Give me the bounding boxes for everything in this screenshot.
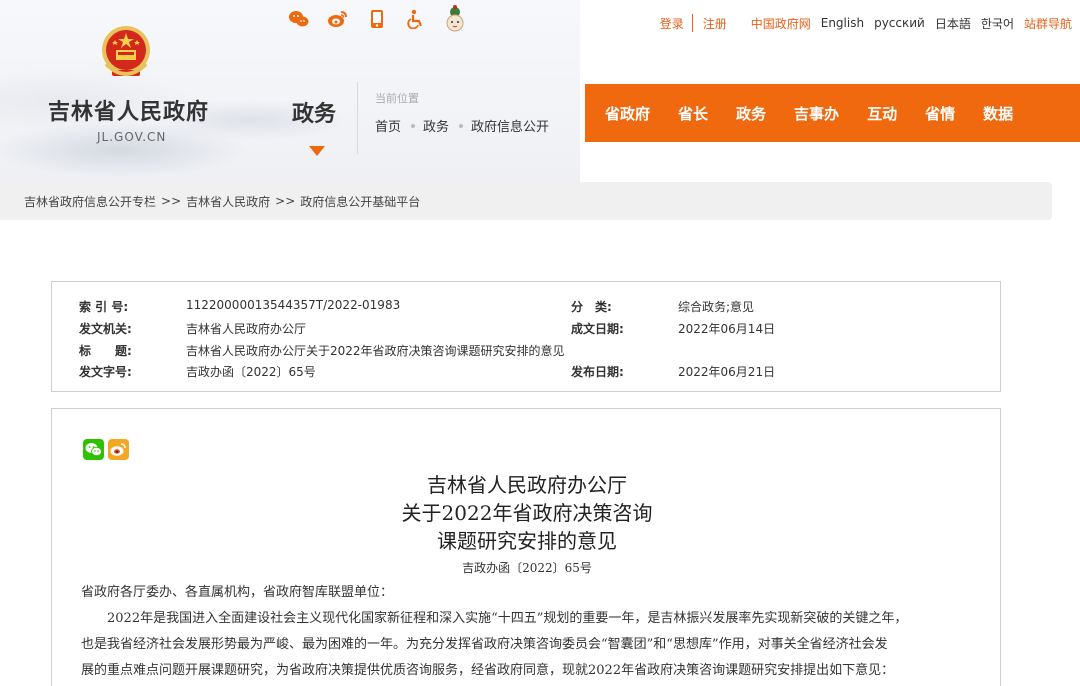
korean-link[interactable]: 한국어: [981, 15, 1014, 32]
created-date-value: 2022年06月14日: [678, 322, 776, 336]
wechat-icon[interactable]: [83, 439, 104, 460]
link-divider: [691, 14, 693, 32]
national-emblem-icon[interactable]: [98, 24, 154, 86]
main-nav: 省政府 省长 政务 吉事办 互动 省情 数据: [585, 84, 1080, 142]
published-date-label: 发布日期:: [571, 365, 624, 379]
english-link[interactable]: English: [821, 16, 864, 30]
weibo-icon[interactable]: [108, 439, 129, 460]
doc-number-label: 发文字号:: [79, 365, 132, 379]
index-value: 11220000013544357T/2022-01983: [186, 298, 401, 312]
site-header: 吉林省人民政府 JL.GOV.CN 政务 当前位置 首页 政务 政府信息公开 登…: [0, 0, 1080, 182]
weibo-style-icon[interactable]: [288, 8, 310, 30]
breadcrumb: 吉林省政府信息公开专栏 >> 吉林省人民政府 >> 政府信息公开基础平台: [0, 182, 1052, 220]
doc-number-value: 吉政办函〔2022〕65号: [186, 365, 316, 379]
nav-item-governor[interactable]: 省长: [678, 103, 708, 124]
mobile-icon[interactable]: [366, 8, 388, 30]
location-current-link[interactable]: 政府信息公开: [471, 116, 549, 135]
category-value: 综合政务;意见: [678, 300, 755, 314]
index-label: 索 引 号:: [79, 300, 129, 314]
doc-title-line-1: 吉林省人民政府办公厅: [427, 473, 627, 497]
breadcrumb-separator: >>: [275, 194, 296, 208]
nav-item-interaction[interactable]: 互动: [867, 103, 897, 124]
paragraph-line-2: 也是我省经济社会发展形势最为严峻、最为困难的一年。为充分发挥省政府决策咨询委员会…: [81, 637, 888, 652]
divider: [357, 82, 358, 154]
section-title: 政务: [292, 102, 337, 127]
title-value: 吉林省人民政府办公厅关于2022年省政府决策咨询课题研究安排的意见: [186, 344, 565, 358]
paragraph-line-3: 展的重点难点问题开展课题研究，为省政府决策提供优质咨询服务，经省政府同意，现就2…: [81, 663, 895, 678]
doc-title-line-3: 课题研究安排的意见: [437, 529, 617, 553]
japanese-link[interactable]: 日本語: [935, 15, 971, 32]
published-date-value: 2022年06月21日: [678, 365, 776, 379]
salutation: 省政府各厅委办、各直属机构，省政府智库联盟单位：: [81, 585, 394, 600]
gov-cn-link[interactable]: 中国政府网: [751, 15, 811, 32]
dot-separator: [459, 123, 464, 128]
accessibility-icon[interactable]: [405, 8, 427, 30]
section-arrow-icon: [309, 146, 325, 156]
nav-item-government-affairs[interactable]: 政务: [736, 103, 766, 124]
site-domain: JL.GOV.CN: [97, 130, 167, 144]
share-buttons: [83, 439, 129, 460]
mascot-icon[interactable]: [444, 5, 466, 32]
document-metadata: 索 引 号: 11220000013544357T/2022-01983 分 类…: [51, 281, 1001, 392]
site-nav-link[interactable]: 站群导航: [1024, 15, 1072, 32]
category-label: 分 类:: [571, 300, 612, 314]
russian-link[interactable]: русский: [874, 16, 925, 30]
social-icons: [288, 5, 466, 32]
breadcrumb-item-platform[interactable]: 政府信息公开基础平台: [300, 193, 420, 210]
paragraph-line-1: 2022年是我国进入全面建设社会主义现代化国家新征程和深入实施“十四五”规划的重…: [107, 611, 908, 626]
location-home-link[interactable]: 首页: [375, 116, 401, 135]
breadcrumb-item-info-column[interactable]: 吉林省政府信息公开专栏: [24, 193, 156, 210]
breadcrumb-item-provincial-gov[interactable]: 吉林省人民政府: [186, 193, 270, 210]
login-link[interactable]: 登录: [660, 15, 684, 32]
doc-title-line-2: 关于2022年省政府决策咨询: [401, 501, 653, 525]
article-body: 吉林省人民政府办公厅 关于2022年省政府决策咨询 课题研究安排的意见 吉政办函…: [51, 408, 1001, 686]
doc-number: 吉政办函〔2022〕65号: [462, 561, 592, 575]
nav-item-jishiban[interactable]: 吉事办: [794, 103, 839, 124]
nav-item-data[interactable]: 数据: [983, 103, 1013, 124]
issuer-label: 发文机关:: [79, 322, 132, 336]
nav-item-province-info[interactable]: 省情: [925, 103, 955, 124]
dot-separator: [411, 123, 416, 128]
top-links: 登录 注册 中国政府网 English русский 日本語 한국어 站群导航: [650, 14, 1072, 32]
created-date-label: 成文日期:: [571, 322, 624, 336]
location-section-link[interactable]: 政务: [423, 116, 449, 135]
title-label: 标 题:: [79, 344, 132, 358]
register-link[interactable]: 注册: [703, 15, 727, 32]
location-label: 当前位置: [375, 92, 419, 105]
sina-weibo-icon[interactable]: [327, 8, 349, 30]
nav-item-province-gov[interactable]: 省政府: [605, 103, 650, 124]
site-title[interactable]: 吉林省人民政府: [48, 94, 209, 126]
breadcrumb-separator: >>: [161, 194, 182, 208]
issuer-value: 吉林省人民政府办公厅: [186, 322, 307, 336]
location-path: 首页 政务 政府信息公开: [375, 116, 549, 135]
